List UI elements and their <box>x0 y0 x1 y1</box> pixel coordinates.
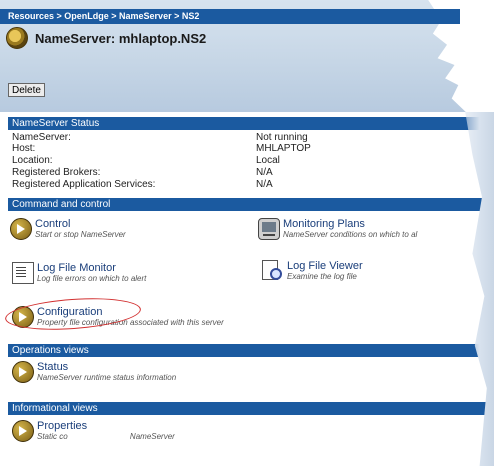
section-informational-views: Informational views <box>8 402 494 415</box>
status-value: Local <box>256 155 280 166</box>
control-item[interactable]: Control Start or stop NameServer <box>10 218 126 240</box>
status-key: NameServer: <box>12 132 71 143</box>
monitoring-plans-link[interactable]: Monitoring Plans <box>283 218 417 230</box>
properties-icon[interactable] <box>12 420 34 442</box>
status-row-location: Location: Local <box>12 155 452 166</box>
monitoring-plans-icon[interactable] <box>258 218 280 240</box>
properties-desc-part1: Static co <box>37 432 68 441</box>
status-row-app-services: Registered Application Services: N/A <box>12 179 452 190</box>
status-value: MHLAPTOP <box>256 143 311 154</box>
status-desc: NameServer runtime status information <box>37 373 177 382</box>
control-icon[interactable] <box>10 218 32 240</box>
log-file-monitor-link[interactable]: Log File Monitor <box>37 262 146 274</box>
status-key: Registered Brokers: <box>12 167 101 178</box>
log-file-viewer-link[interactable]: Log File Viewer <box>287 260 363 272</box>
properties-desc-part2: NameServer <box>129 432 175 441</box>
status-key: Host: <box>12 143 36 154</box>
monitoring-plans-item[interactable]: Monitoring Plans NameServer conditions o… <box>258 218 417 240</box>
log-file-viewer-icon[interactable] <box>262 260 284 282</box>
delete-button[interactable]: Delete <box>8 83 45 97</box>
page-header: NameServer: mhlaptop.NS2 <box>6 27 206 49</box>
log-file-monitor-icon[interactable] <box>12 262 34 284</box>
section-operations-views: Operations views <box>8 344 494 357</box>
breadcrumb[interactable]: Resources > OpenLdge > NameServer > NS2 <box>0 9 460 24</box>
properties-item[interactable]: Properties Static co NameServer <box>12 420 175 442</box>
section-nameserver-status: NameServer Status <box>8 117 494 130</box>
status-item[interactable]: Status NameServer runtime status informa… <box>12 361 176 383</box>
status-value: N/A <box>256 167 273 178</box>
nameserver-gear-icon <box>6 27 28 49</box>
status-row-nameserver: NameServer: Not running <box>12 132 452 143</box>
status-link[interactable]: Status <box>37 361 176 373</box>
status-icon[interactable] <box>12 361 34 383</box>
status-row-host: Host: MHLAPTOP <box>12 143 452 154</box>
control-link[interactable]: Control <box>35 218 126 230</box>
properties-link[interactable]: Properties <box>37 420 175 432</box>
section-command-control: Command and control <box>8 198 494 211</box>
status-key: Location: <box>12 155 53 166</box>
monitoring-plans-desc: NameServer conditions on which to al <box>283 230 418 239</box>
log-file-monitor-item[interactable]: Log File Monitor Log file errors on whic… <box>12 262 146 284</box>
status-row-brokers: Registered Brokers: N/A <box>12 167 452 178</box>
control-desc: Start or stop NameServer <box>35 230 126 239</box>
status-value: Not running <box>256 132 308 143</box>
log-file-viewer-item[interactable]: Log File Viewer Examine the log file <box>262 260 363 282</box>
log-file-monitor-desc: Log file errors on which to alert <box>37 274 147 283</box>
status-value: N/A <box>256 179 273 190</box>
log-file-viewer-desc: Examine the log file <box>287 272 357 281</box>
page-title: NameServer: mhlaptop.NS2 <box>35 30 207 46</box>
properties-desc: Static co NameServer <box>37 432 175 442</box>
status-key: Registered Application Services: <box>12 179 156 190</box>
